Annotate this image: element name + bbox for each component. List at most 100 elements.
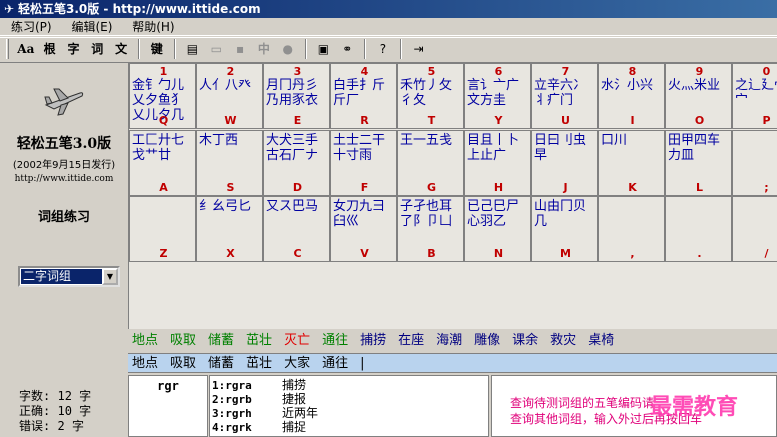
key-number: 6: [494, 65, 503, 78]
toolbar-grip[interactable]: [6, 39, 9, 59]
candidate-item[interactable]: 1:rgra 捕捞: [212, 379, 306, 392]
key-p: 0之辶廴冖宀 P: [732, 63, 777, 129]
key-e: 3 月冂丹彡乃用豕衣 E: [263, 63, 330, 129]
app-name: 轻松五笔3.0版: [16, 136, 112, 152]
title-bar: ✈ 轻松五笔3.0版 - http://www.ittide.com: [0, 0, 777, 18]
key-radicals: 水氵小兴: [601, 78, 654, 93]
key-letter: O: [694, 114, 705, 127]
phrase-item: 捕捞: [360, 333, 387, 348]
key-letter: I: [630, 114, 635, 127]
key-radicals: 又ス巴马: [266, 199, 319, 214]
key-w: 2 人亻八癶 W: [196, 63, 263, 129]
exit-icon[interactable]: ⇥: [409, 38, 429, 60]
key-q: 1 金钅勹儿乂夕鱼犭乂儿夕几 Q: [129, 63, 196, 129]
chevron-down-icon[interactable]: ▼: [102, 268, 118, 285]
word-practice-button[interactable]: 词: [87, 38, 107, 60]
key-letter: P: [762, 114, 771, 127]
key-letter: G: [426, 181, 437, 194]
key-letter: W: [224, 114, 237, 127]
typed-item: 地点: [132, 356, 159, 371]
key-letter: M: [560, 247, 571, 260]
key-k: 口川 K: [598, 130, 665, 196]
record-icon[interactable]: ●: [278, 38, 298, 60]
phrase-item: 灭亡: [284, 333, 311, 348]
phrase-item: 通往: [322, 333, 349, 348]
key-number: 8: [628, 65, 637, 78]
key-number: 7: [561, 65, 570, 78]
key-letter: F: [360, 181, 369, 194]
key-letter: R: [360, 114, 369, 127]
app-window: ✈ 轻松五笔3.0版 - http://www.ittide.com 练习(P) …: [0, 0, 777, 437]
key-radicals: 白手扌斤斤厂: [333, 78, 386, 108]
key-b: 子孑也耳了阝卩凵 B: [397, 196, 464, 262]
keyboard-radical-map: 1 金钅勹儿乂夕鱼犭乂儿夕几 Q 2 人亻八癶 W 3 月冂丹彡乃用豕衣 E 4 白手扌斤斤厂 R 5 禾…: [128, 63, 777, 329]
candidate-item[interactable]: 4:rgrk 捕捉: [212, 421, 306, 434]
key-button[interactable]: 键: [147, 38, 167, 60]
plane-icon: ✈: [3, 2, 15, 16]
key-radicals: 已己巳尸心羽乙: [467, 199, 520, 229]
code-input-box[interactable]: rgr: [128, 375, 208, 437]
properties-icon[interactable]: ▣: [313, 38, 333, 60]
key-letter: B: [427, 247, 436, 260]
candidate-item[interactable]: 2:rgrb 捷报: [212, 393, 306, 406]
text-practice-button[interactable]: 文: [111, 38, 131, 60]
menu-edit[interactable]: 编辑(E): [60, 18, 117, 36]
new-file-icon[interactable]: ▤: [182, 38, 202, 60]
stats-panel: 字数: 12 字 正确: 10 字 错误: 2 字: [0, 375, 128, 437]
key-letter: /: [764, 247, 769, 260]
char-practice-button[interactable]: 字: [63, 38, 83, 60]
key-radicals: 女刀九彐臼巛: [333, 199, 386, 229]
typed-item: 吸取: [170, 356, 197, 371]
key-comma: ,: [598, 196, 665, 262]
candidate-item[interactable]: 3:rgrh 近两年: [212, 407, 318, 420]
key-radicals: 火灬米业: [668, 78, 721, 93]
open-folder-icon[interactable]: ▭: [206, 38, 226, 60]
binoculars-icon[interactable]: ⚭: [337, 38, 357, 60]
key-radicals: 木丁西: [199, 133, 239, 148]
typed-input-line[interactable]: 地点 吸取 储蓄 茁壮 大家 通往 |: [128, 353, 777, 373]
candidate-list: 1:rgra 捕捞 2:rgrb 捷报 3:rgrh 近两年 4:rgrk 捕捉: [209, 375, 489, 437]
key-slash: /: [732, 196, 777, 262]
key-letter: K: [628, 181, 637, 194]
watermark: 最需教育: [650, 394, 739, 420]
key-radicals: 禾竹丿攵彳夂: [400, 78, 453, 108]
radical-practice-button[interactable]: 根: [40, 38, 60, 60]
menu-help[interactable]: 帮助(H): [121, 18, 179, 36]
key-radicals: 立辛六冫丬疒门: [534, 78, 587, 108]
key-radicals: 大犬三手古石厂ナ: [266, 133, 319, 163]
zhong-button[interactable]: 中: [254, 38, 274, 60]
key-f: 土士二干十寸雨 F: [330, 130, 397, 196]
key-number: 3: [293, 65, 302, 78]
practice-phrases: 地点 吸取 储蓄 茁壮 灭亡 通往 捕捞 在座 海潮 雕像 课余 救灾 桌椅: [128, 330, 777, 352]
phrase-item: 海潮: [436, 333, 463, 348]
key-number: 1: [159, 65, 168, 78]
key-n: 已己巳尸心羽乙 N: [464, 196, 531, 262]
save-icon[interactable]: ▪: [230, 38, 250, 60]
key-letter: A: [159, 181, 168, 194]
phrase-item: 茁壮: [246, 333, 273, 348]
key-letter: C: [293, 247, 302, 260]
word-type-select[interactable]: 二字词组 ▼: [18, 266, 120, 287]
key-radicals: 目且丨卜上止广: [467, 133, 520, 163]
release-date: (2002年9月15日发行): [12, 160, 116, 171]
typed-item: 通往: [322, 356, 349, 371]
key-radicals: 山由冂贝几: [534, 199, 587, 229]
key-radicals: 人亻八癶: [199, 78, 252, 93]
key-u: 7 立辛六冫丬疒门 U: [531, 63, 598, 129]
help-icon[interactable]: ?: [373, 38, 393, 60]
key-letter: X: [226, 247, 235, 260]
key-letter: Z: [159, 247, 168, 260]
menu-practice[interactable]: 练习(P): [0, 18, 57, 36]
key-radicals: 日曰刂虫早: [534, 133, 587, 163]
key-i: 8 水氵小兴 I: [598, 63, 665, 129]
typed-item: 茁壮: [246, 356, 273, 371]
key-radicals: 月冂丹彡乃用豕衣: [266, 78, 319, 108]
key-letter: V: [360, 247, 369, 260]
case-button[interactable]: Aa: [16, 38, 36, 60]
key-radicals: 子孑也耳了阝卩凵: [400, 199, 453, 229]
window-title: 轻松五笔3.0版 - http://www.ittide.com: [18, 2, 261, 16]
key-radicals: 纟幺弓匕: [199, 199, 252, 214]
stat-wrong: 错误: 2 字: [19, 419, 84, 433]
phrase-item: 救灾: [550, 333, 577, 348]
code-text: rgr: [157, 379, 179, 393]
